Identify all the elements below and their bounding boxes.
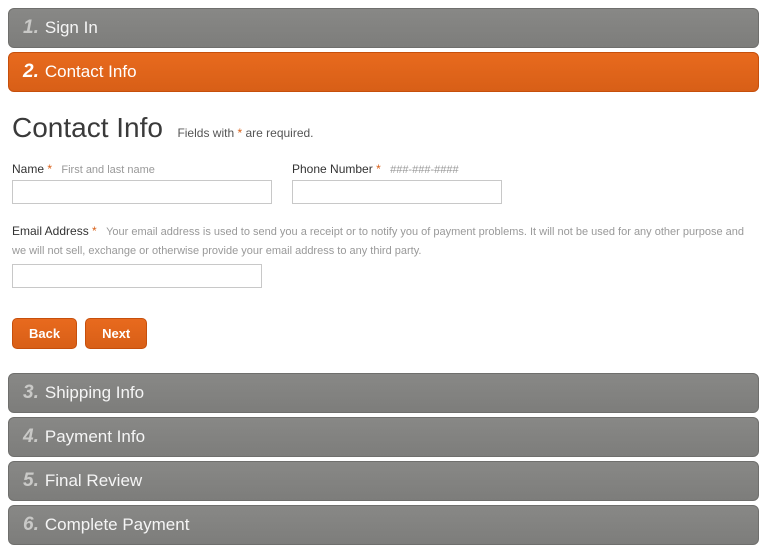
step-number: 2.	[23, 61, 39, 83]
step-number: 6.	[23, 514, 39, 536]
step-final-review[interactable]: 5. Final Review	[8, 461, 759, 501]
name-group: Name * First and last name	[12, 162, 272, 204]
name-hint: First and last name	[61, 164, 155, 176]
step-shipping-info[interactable]: 3. Shipping Info	[8, 373, 759, 413]
name-input[interactable]	[12, 180, 272, 204]
step-number: 5.	[23, 470, 39, 492]
required-fields-hint: Fields with * are required.	[177, 126, 313, 140]
next-button[interactable]: Next	[85, 318, 147, 349]
button-row: Back Next	[12, 318, 755, 349]
step-title: Payment Info	[45, 427, 145, 447]
name-label-line: Name * First and last name	[12, 162, 272, 176]
step-number: 3.	[23, 382, 39, 404]
hint-prefix: Fields with	[177, 126, 237, 140]
email-label-line: Email Address * Your email address is us…	[12, 222, 755, 260]
required-star: *	[47, 162, 52, 176]
step-number: 1.	[23, 17, 39, 39]
phone-group: Phone Number * ###-###-####	[292, 162, 502, 204]
email-description: Your email address is used to send you a…	[12, 226, 744, 257]
step-contact-info[interactable]: 2. Contact Info	[8, 52, 759, 92]
phone-hint: ###-###-####	[390, 164, 459, 176]
step-title: Sign In	[45, 18, 98, 38]
step-sign-in[interactable]: 1. Sign In	[8, 8, 759, 48]
name-label: Name	[12, 162, 44, 176]
contact-info-panel: Contact Info Fields with * are required.…	[8, 96, 759, 361]
step-number: 4.	[23, 426, 39, 448]
email-group: Email Address * Your email address is us…	[12, 222, 755, 288]
page-heading: Contact Info	[12, 112, 163, 144]
phone-label: Phone Number	[292, 162, 373, 176]
back-button[interactable]: Back	[12, 318, 77, 349]
hint-suffix: are required.	[242, 126, 313, 140]
required-star: *	[376, 162, 381, 176]
step-payment-info[interactable]: 4. Payment Info	[8, 417, 759, 457]
phone-label-line: Phone Number * ###-###-####	[292, 162, 502, 176]
step-title: Contact Info	[45, 62, 137, 82]
step-complete-payment[interactable]: 6. Complete Payment	[8, 505, 759, 545]
step-title: Complete Payment	[45, 515, 190, 535]
step-title: Shipping Info	[45, 383, 144, 403]
step-title: Final Review	[45, 471, 142, 491]
required-star: *	[92, 224, 97, 238]
phone-input[interactable]	[292, 180, 502, 204]
email-label: Email Address	[12, 224, 89, 238]
email-input[interactable]	[12, 264, 262, 288]
